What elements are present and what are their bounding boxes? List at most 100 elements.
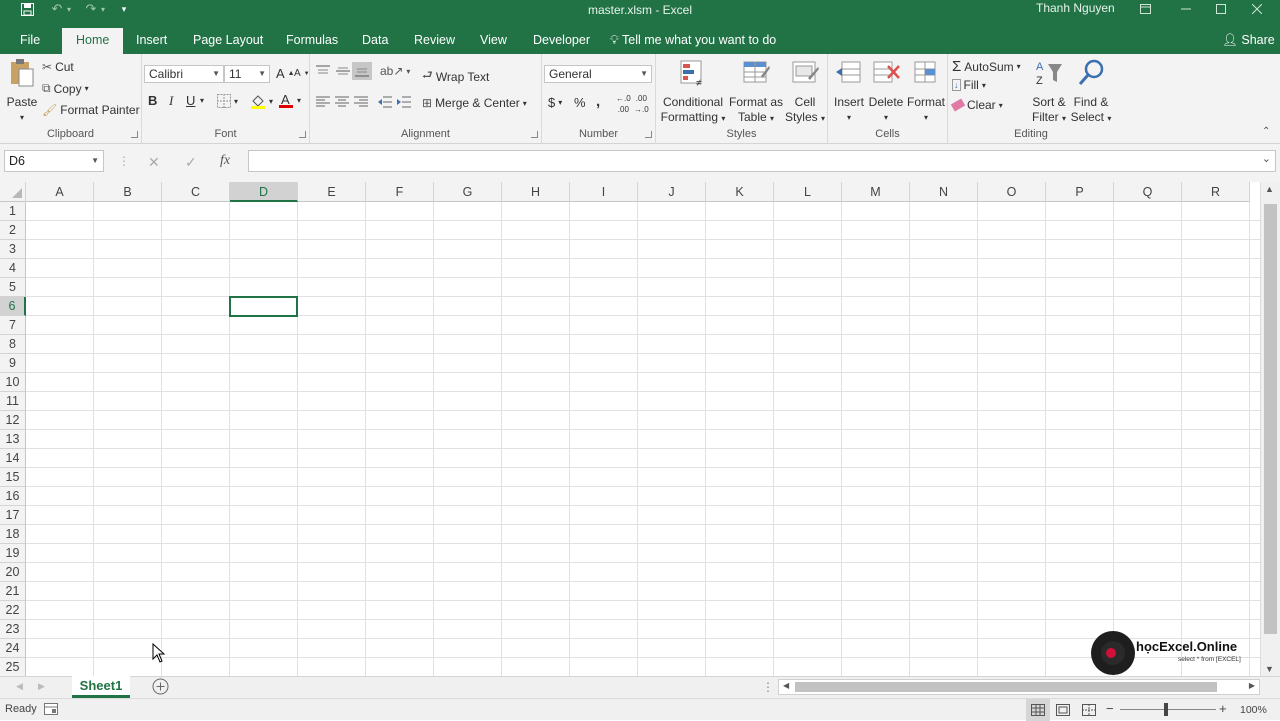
conditional-formatting-button[interactable]: ≠ Conditional Formatting ▾: [658, 58, 728, 126]
column-header-a[interactable]: A: [26, 182, 94, 202]
decrease-decimal-button[interactable]: .00 →.0: [634, 95, 649, 114]
row-header-3[interactable]: 3: [0, 240, 26, 259]
column-header-p[interactable]: P: [1046, 182, 1114, 202]
row-header-5[interactable]: 5: [0, 278, 26, 297]
column-header-b[interactable]: B: [94, 182, 162, 202]
row-header-12[interactable]: 12: [0, 411, 26, 430]
increase-indent-button[interactable]: [397, 96, 411, 108]
cell-styles-button[interactable]: Cell Styles ▾: [784, 58, 826, 126]
tab-review[interactable]: Review: [406, 28, 463, 54]
name-box[interactable]: D6 ▼: [4, 150, 104, 172]
horizontal-scrollbar[interactable]: ◀ ▶: [778, 679, 1260, 695]
number-launcher[interactable]: [645, 131, 652, 138]
tell-me-search[interactable]: 💡︎ Tell me what you want to do: [610, 28, 776, 54]
row-header-13[interactable]: 13: [0, 430, 26, 449]
column-header-f[interactable]: F: [366, 182, 434, 202]
row-header-25[interactable]: 25: [0, 658, 26, 676]
increase-decimal-button[interactable]: ←.0.00: [616, 95, 631, 114]
format-painter-button[interactable]: 🖌︎ Format Painter: [42, 103, 140, 117]
merge-center-button[interactable]: ⊞ Merge & Center ▾: [422, 96, 527, 110]
row-header-20[interactable]: 20: [0, 563, 26, 582]
column-header-g[interactable]: G: [434, 182, 502, 202]
row-header-10[interactable]: 10: [0, 373, 26, 392]
row-header-21[interactable]: 21: [0, 582, 26, 601]
row-header-4[interactable]: 4: [0, 259, 26, 278]
sheet-tab-sheet1[interactable]: Sheet1: [72, 676, 130, 698]
row-header-19[interactable]: 19: [0, 544, 26, 563]
maximize-icon[interactable]: [1207, 0, 1235, 18]
tab-page-layout[interactable]: Page Layout: [185, 28, 271, 54]
collapse-ribbon-icon[interactable]: ⌃: [1262, 126, 1270, 137]
minimize-icon[interactable]: [1172, 0, 1200, 18]
zoom-slider[interactable]: [1120, 709, 1216, 710]
column-header-i[interactable]: I: [570, 182, 638, 202]
tab-view[interactable]: View: [472, 28, 515, 54]
cut-button[interactable]: ✂ Cut: [42, 60, 74, 74]
fill-color-button[interactable]: ▾: [250, 93, 273, 109]
align-center-button[interactable]: [335, 96, 349, 108]
align-right-button[interactable]: [354, 96, 368, 108]
top-align-button[interactable]: [316, 65, 330, 77]
row-header-17[interactable]: 17: [0, 506, 26, 525]
ribbon-display-icon[interactable]: [1131, 0, 1159, 18]
font-name-select[interactable]: Calibri ▼: [144, 65, 224, 83]
scroll-left-icon[interactable]: ◀: [783, 681, 789, 690]
row-header-2[interactable]: 2: [0, 221, 26, 240]
tab-file[interactable]: File: [12, 28, 48, 54]
orientation-button[interactable]: ab↗ ▾: [380, 64, 410, 78]
scroll-thumb[interactable]: [1264, 204, 1277, 634]
row-header-14[interactable]: 14: [0, 449, 26, 468]
confirm-entry-icon[interactable]: ✓: [185, 154, 197, 171]
insert-cells-button[interactable]: Insert ▾: [830, 58, 868, 125]
next-sheet-icon[interactable]: ▶: [38, 681, 45, 692]
worksheet-grid[interactable]: ABCDEFGHIJKLMNOPQR 1 2 3 4 5 6 7 8 9 10 11 12 13 14 15…: [0, 182, 1260, 676]
column-header-r[interactable]: R: [1182, 182, 1250, 202]
alignment-launcher[interactable]: [531, 131, 538, 138]
borders-button[interactable]: ▾: [217, 94, 238, 108]
font-launcher[interactable]: [299, 131, 306, 138]
zoom-out-button[interactable]: −: [1106, 701, 1114, 716]
column-header-d[interactable]: D: [230, 182, 298, 202]
format-as-table-button[interactable]: Format as Table ▾: [728, 58, 784, 126]
copy-button[interactable]: ⧉ Copy ▾: [42, 81, 89, 96]
wrap-text-button[interactable]: ⮐ Wrap Text: [422, 66, 489, 87]
row-header-15[interactable]: 15: [0, 468, 26, 487]
row-header-9[interactable]: 9: [0, 354, 26, 373]
bold-button[interactable]: B: [148, 93, 157, 108]
chevron-down-icon[interactable]: ▼: [91, 151, 99, 171]
expand-formula-icon[interactable]: ⌄: [1262, 152, 1271, 165]
tab-insert[interactable]: Insert: [128, 28, 175, 54]
normal-view-button[interactable]: [1026, 699, 1050, 721]
column-header-c[interactable]: C: [162, 182, 230, 202]
sort-filter-button[interactable]: AZ Sort & Filter ▾: [1028, 58, 1070, 126]
column-header-j[interactable]: J: [638, 182, 706, 202]
row-header-16[interactable]: 16: [0, 487, 26, 506]
column-header-k[interactable]: K: [706, 182, 774, 202]
user-name[interactable]: Thanh Nguyen: [1036, 1, 1115, 15]
active-cell[interactable]: [229, 296, 298, 317]
scroll-right-icon[interactable]: ▶: [1249, 681, 1255, 690]
column-header-h[interactable]: H: [502, 182, 570, 202]
column-header-q[interactable]: Q: [1114, 182, 1182, 202]
insert-function-button[interactable]: fx: [220, 153, 230, 169]
new-sheet-button[interactable]: [152, 678, 169, 695]
column-header-n[interactable]: N: [910, 182, 978, 202]
zoom-in-button[interactable]: +: [1219, 701, 1227, 716]
share-button[interactable]: 👤︎ Share: [1222, 28, 1275, 54]
macro-record-icon[interactable]: [44, 703, 58, 715]
tab-home[interactable]: Home: [62, 28, 124, 54]
middle-align-button[interactable]: [336, 65, 350, 77]
h-scroll-thumb[interactable]: [795, 682, 1217, 692]
align-left-button[interactable]: [316, 96, 330, 108]
autosum-button[interactable]: Σ AutoSum ▾: [952, 58, 1021, 75]
row-header-8[interactable]: 8: [0, 335, 26, 354]
row-header-18[interactable]: 18: [0, 525, 26, 544]
zoom-level[interactable]: 100%: [1240, 704, 1267, 716]
zoom-slider-thumb[interactable]: [1164, 703, 1168, 716]
underline-button[interactable]: U: [186, 93, 195, 108]
bottom-align-button[interactable]: [352, 62, 372, 80]
row-header-23[interactable]: 23: [0, 620, 26, 639]
clipboard-launcher[interactable]: [131, 131, 138, 138]
underline-dropdown-icon[interactable]: ▾: [200, 96, 204, 105]
clear-button[interactable]: Clear ▾: [950, 98, 1003, 112]
